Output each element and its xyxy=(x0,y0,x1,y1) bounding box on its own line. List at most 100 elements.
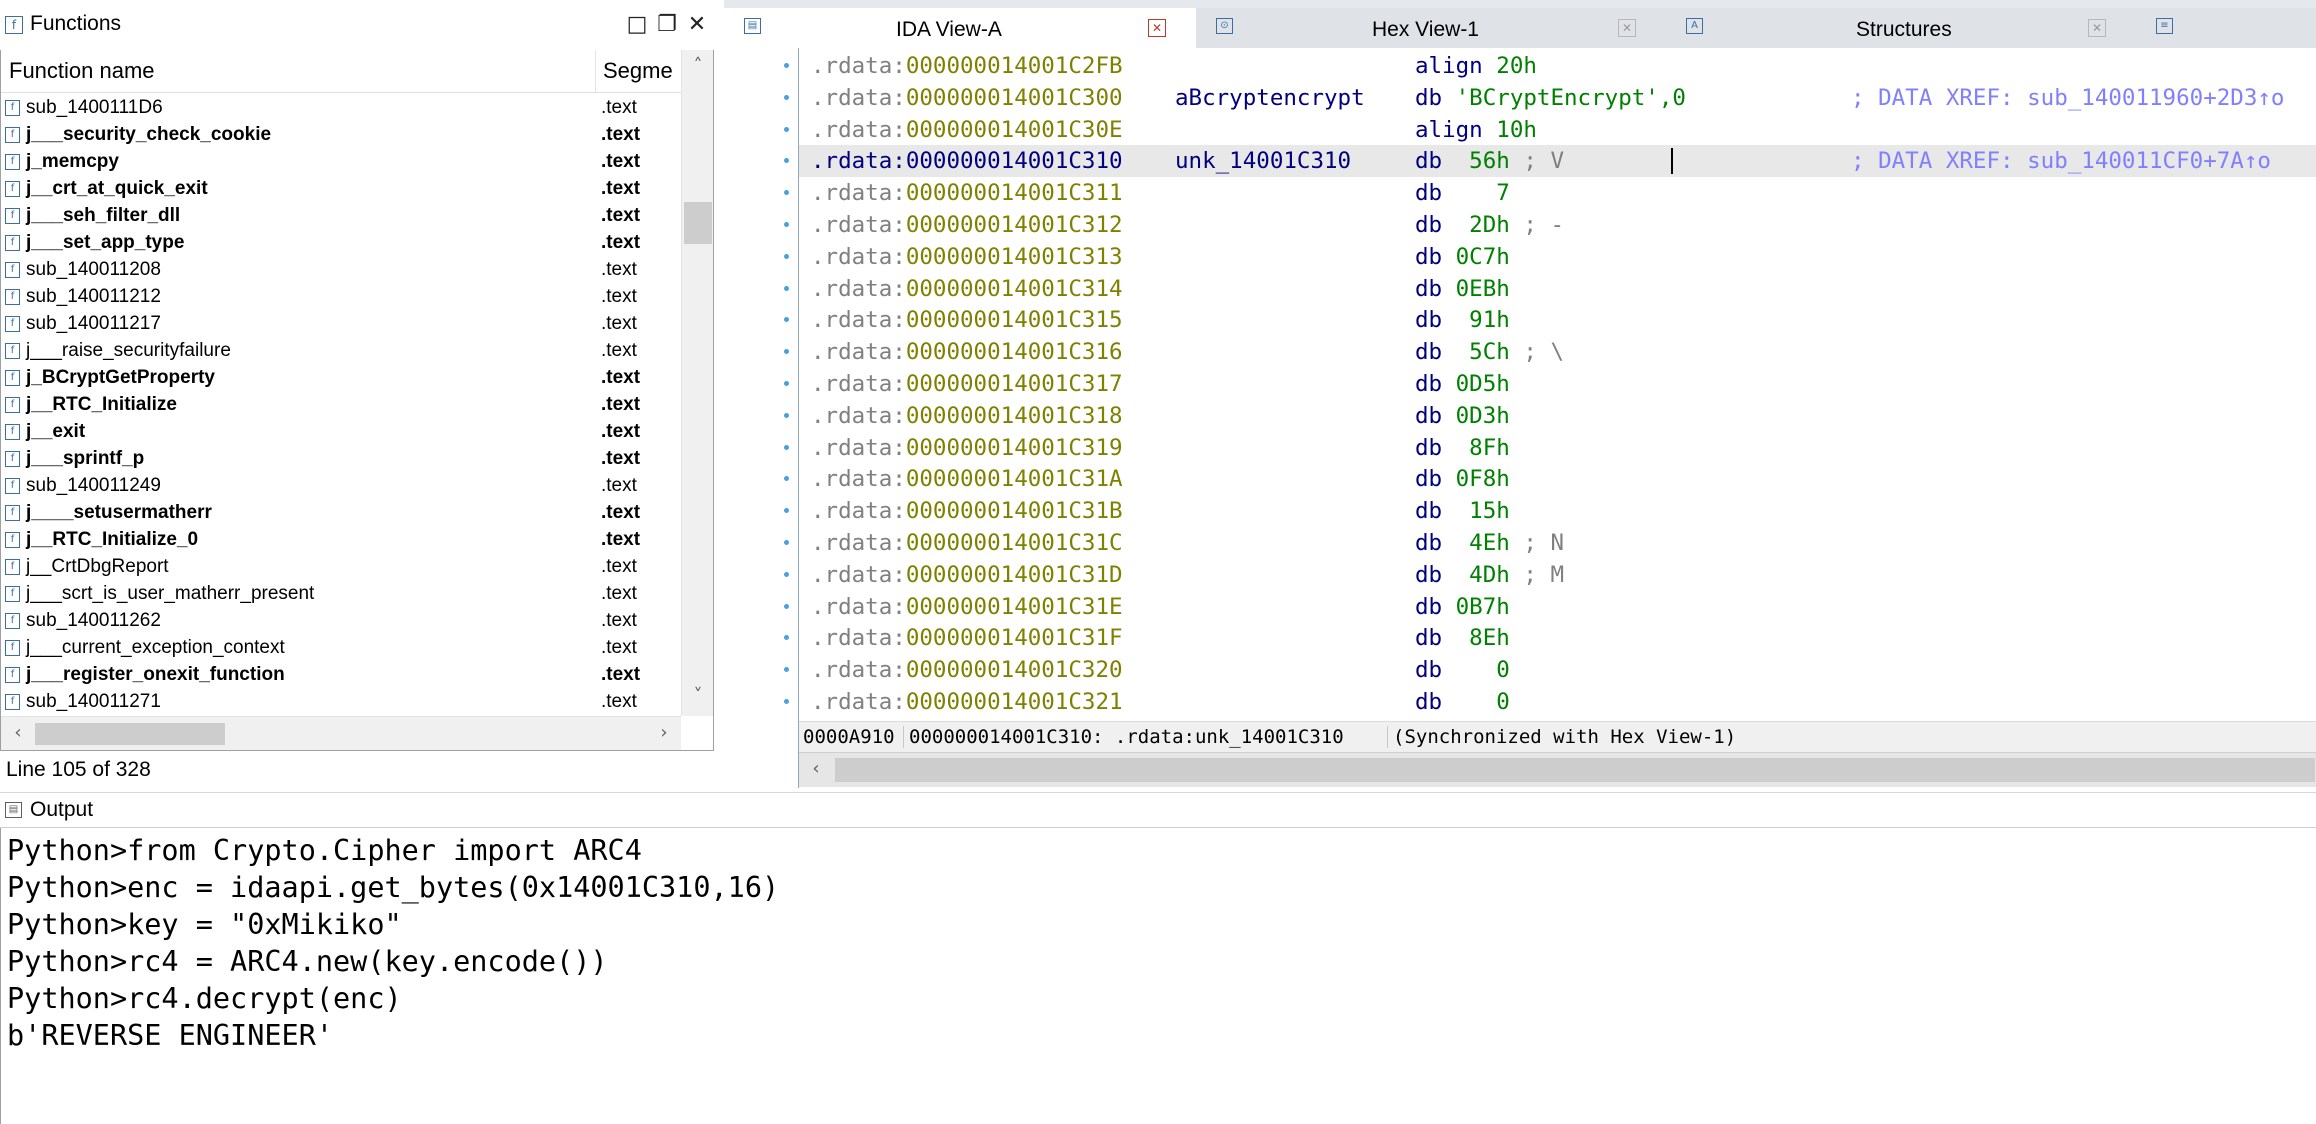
vertical-scroll-thumb[interactable] xyxy=(684,202,712,244)
functions-vertical-scrollbar[interactable]: ˄ ˅ xyxy=(681,50,713,716)
function-row[interactable]: f j___raise_securityfailure .text xyxy=(1,338,681,365)
tab-hex-view-1[interactable]: ⊙ Hex View-1 ✕ xyxy=(1196,8,1667,48)
disasm-address: .rdata:000000014001C31F xyxy=(811,622,1123,654)
disasm-label[interactable]: unk_14001C310 xyxy=(1175,145,1351,177)
function-row[interactable]: f j__crt_at_quick_exit .text xyxy=(1,176,681,203)
data-xref-comment[interactable]: ; DATA XREF: sub_140011960+2D3↑o xyxy=(1851,82,2284,114)
tab-ida-view-a[interactable]: ▤ IDA View-A ✕ xyxy=(724,8,1197,50)
disasm-line[interactable]: .rdata:000000014001C311 db 7 xyxy=(799,177,2316,209)
address-segment: .rdata: xyxy=(811,657,906,684)
function-row[interactable]: f j___security_check_cookie .text xyxy=(1,122,681,149)
function-row[interactable]: f sub_140011271 .text xyxy=(1,689,681,716)
address-offset: 000000014001C316 xyxy=(905,339,1123,366)
functions-title: Functions xyxy=(30,12,122,35)
disasm-line[interactable]: .rdata:000000014001C31D db 4Dh ; M xyxy=(799,559,2316,591)
disasm-line[interactable]: .rdata:000000014001C300 aBcryptencrypt db '… xyxy=(799,82,2316,114)
function-row[interactable]: f j___sprintf_p .text xyxy=(1,446,681,473)
horizontal-scroll-thumb[interactable] xyxy=(35,723,225,745)
disasm-line[interactable]: .rdata:000000014001C30E align 10h xyxy=(799,114,2316,146)
function-row[interactable]: f sub_140011217 .text xyxy=(1,311,681,338)
disassembly-listing[interactable]: .rdata:000000014001C2FB align 20h .rdata:00… xyxy=(799,48,2316,718)
disasm-mnemonic: db xyxy=(1415,275,1443,302)
disasm-operand: 7 xyxy=(1455,180,1510,207)
horizontal-scroll-thumb[interactable] xyxy=(835,758,2315,782)
line-marker-dot xyxy=(784,63,789,68)
scroll-up-icon[interactable]: ˄ xyxy=(683,56,713,76)
scroll-left-icon[interactable]: ‹ xyxy=(801,759,831,779)
disasm-line[interactable]: .rdata:000000014001C321 db 0 xyxy=(799,686,2316,718)
function-name: sub_140011212 xyxy=(26,286,161,307)
function-row[interactable]: f j____setusermatherr .text xyxy=(1,500,681,527)
disasm-operand: 4Eh xyxy=(1455,530,1510,556)
function-row[interactable]: f j___register_onexit_function .text xyxy=(1,662,681,689)
maximize-icon[interactable]: □ xyxy=(624,12,650,38)
disasm-mnemonic: db xyxy=(1415,498,1443,525)
disasm-line[interactable]: .rdata:000000014001C310 unk_14001C310 db 5… xyxy=(799,145,2316,178)
function-row[interactable]: f sub_1400111D6 .text xyxy=(1,95,681,122)
close-tab-icon[interactable]: ✕ xyxy=(1618,19,1636,37)
disasm-line[interactable]: .rdata:000000014001C314 db 0EBh xyxy=(799,273,2316,305)
disasm-line[interactable]: .rdata:000000014001C320 db 0 xyxy=(799,654,2316,686)
address-offset: 000000014001C2FB xyxy=(905,53,1123,79)
disasm-line[interactable]: .rdata:000000014001C31B db 15h xyxy=(799,495,2316,527)
output-console[interactable]: Python>from Crypto.Cipher import ARC4 Pyt… xyxy=(0,828,2316,1124)
disasm-mnemonic: db xyxy=(1415,689,1443,715)
tab-label: Hex View-1 xyxy=(1372,18,1479,41)
function-row[interactable]: f j_BCryptGetProperty .text xyxy=(1,365,681,392)
disasm-line[interactable]: .rdata:000000014001C316 db 5Ch ; \ xyxy=(799,336,2316,368)
disasm-line[interactable]: .rdata:000000014001C31F db 8Eh xyxy=(799,622,2316,654)
disasm-line[interactable]: .rdata:000000014001C312 db 2Dh ; - xyxy=(799,209,2316,241)
status-divider xyxy=(1387,726,1388,748)
disasm-line[interactable]: .rdata:000000014001C31C db 4Eh ; N xyxy=(799,527,2316,559)
function-row[interactable]: f j__exit .text xyxy=(1,419,681,446)
function-row[interactable]: f j__RTC_Initialize_0 .text xyxy=(1,527,681,554)
ida-horizontal-scrollbar[interactable]: ‹ xyxy=(799,752,2316,787)
disasm-line[interactable]: .rdata:000000014001C317 db 0D5h xyxy=(799,368,2316,400)
function-row[interactable]: f j_memcpy .text xyxy=(1,149,681,176)
disasm-line[interactable]: .rdata:000000014001C31E db 0B7h xyxy=(799,591,2316,623)
column-divider[interactable] xyxy=(595,50,596,92)
tab-overflow[interactable]: ≡ xyxy=(2136,8,2316,48)
disasm-line[interactable]: .rdata:000000014001C2FB align 20h xyxy=(799,50,2316,82)
data-xref-comment[interactable]: ; DATA XREF: sub_140011CF0+7A↑o xyxy=(1851,145,2271,177)
disasm-line[interactable]: .rdata:000000014001C318 db 0D3h xyxy=(799,400,2316,432)
restore-icon[interactable]: ❐ xyxy=(654,12,680,38)
disasm-operand: 4Dh xyxy=(1455,561,1510,588)
function-row[interactable]: f j__RTC_Initialize .text xyxy=(1,392,681,419)
function-row[interactable]: f sub_140011208 .text xyxy=(1,257,681,284)
column-header-segment[interactable]: Segme xyxy=(603,58,673,84)
disasm-line[interactable]: .rdata:000000014001C31A db 0F8h xyxy=(799,463,2316,495)
line-marker-dot xyxy=(784,699,789,704)
output-titlebar: ▤ Output xyxy=(0,792,2316,828)
scroll-down-icon[interactable]: ˅ xyxy=(683,686,713,706)
function-row[interactable]: f j___set_app_type .text xyxy=(1,230,681,257)
line-marker-dot xyxy=(784,476,789,482)
ida-view-a[interactable]: .rdata:000000014001C2FB align 20h .rdata:00… xyxy=(724,48,2316,788)
disasm-label[interactable]: aBcryptencrypt xyxy=(1175,82,1365,114)
function-row[interactable]: f sub_140011262 .text xyxy=(1,608,681,635)
function-name: j___register_onexit_function xyxy=(26,664,285,685)
function-segment: .text xyxy=(601,421,641,442)
functions-panel: f Functions □ ❐ ✕ Function name Segme fs… xyxy=(0,0,716,790)
function-row[interactable]: f j___scrt_is_user_matherr_present .text xyxy=(1,581,681,608)
function-row[interactable]: f sub_140011249 .text xyxy=(1,473,681,500)
tab-structures[interactable]: A Structures ✕ xyxy=(1666,8,2137,48)
disasm-line[interactable]: .rdata:000000014001C313 db 0C7h xyxy=(799,241,2316,273)
function-row[interactable]: f j__CrtDbgReport .text xyxy=(1,554,681,581)
close-tab-icon[interactable]: ✕ xyxy=(1148,19,1166,37)
scroll-right-icon[interactable]: › xyxy=(649,723,679,743)
disasm-line[interactable]: .rdata:000000014001C315 db 91h xyxy=(799,304,2316,336)
disasm-line[interactable]: .rdata:000000014001C319 db 8Fh xyxy=(799,432,2316,464)
scroll-left-icon[interactable]: ‹ xyxy=(3,723,33,743)
functions-horizontal-scrollbar[interactable]: ‹ › xyxy=(1,716,681,750)
disasm-address: .rdata:000000014001C317 xyxy=(811,368,1123,400)
column-header-function-name[interactable]: Function name xyxy=(9,58,155,84)
function-row[interactable]: f j___seh_filter_dll .text xyxy=(1,203,681,230)
function-row[interactable]: f sub_140011212 .text xyxy=(1,284,681,311)
function-row[interactable]: f j___current_exception_context .text xyxy=(1,635,681,662)
function-segment: .text xyxy=(601,556,637,577)
close-tab-icon[interactable]: ✕ xyxy=(2088,19,2106,37)
functions-list[interactable]: Function name Segme f sub_1400111D6 .text f… xyxy=(0,50,714,751)
function-name: sub_140011262 xyxy=(26,610,161,631)
close-icon[interactable]: ✕ xyxy=(684,12,710,38)
